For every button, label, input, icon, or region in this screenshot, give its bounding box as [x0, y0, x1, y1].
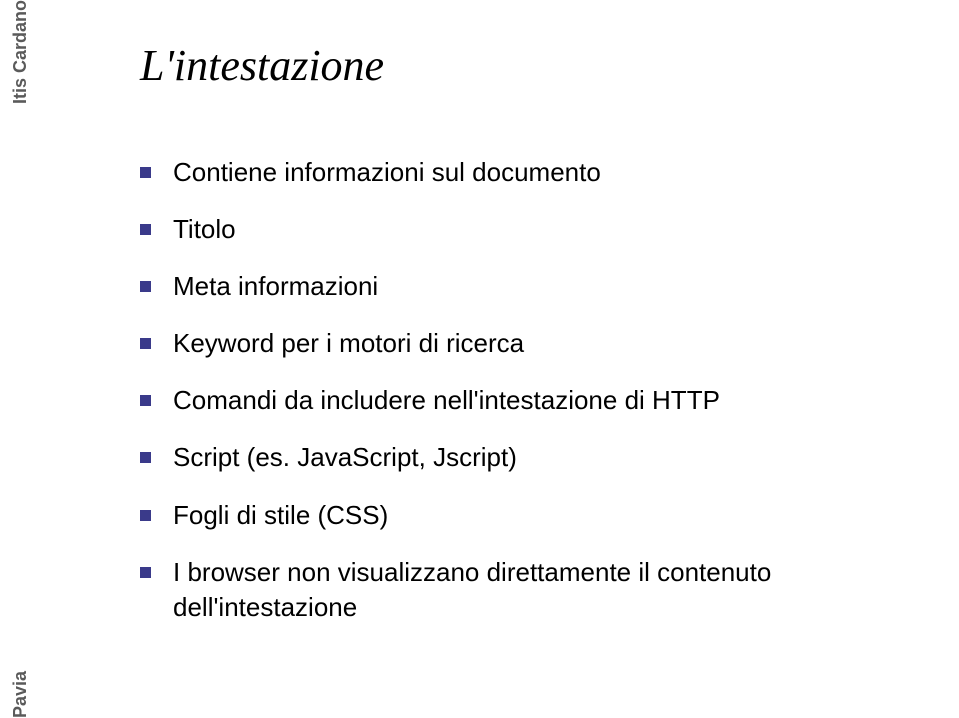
- list-item-text: Comandi da includere nell'intestazione d…: [173, 383, 900, 418]
- list-item-text: Meta informazioni: [173, 269, 900, 304]
- list-item-text: Keyword per i motori di ricerca: [173, 326, 900, 361]
- bullet-icon: [140, 167, 151, 178]
- list-item: Titolo: [140, 212, 900, 247]
- list-item-text: Fogli di stile (CSS): [173, 498, 900, 533]
- list-item: Fogli di stile (CSS): [140, 498, 900, 533]
- list-item: Script (es. JavaScript, Jscript): [140, 440, 900, 475]
- list-item-text: I browser non visualizzano direttamente …: [173, 555, 900, 625]
- bullet-icon: [140, 510, 151, 521]
- list-item: Keyword per i motori di ricerca: [140, 326, 900, 361]
- bullet-icon: [140, 395, 151, 406]
- list-item-text: Script (es. JavaScript, Jscript): [173, 440, 900, 475]
- bullet-icon: [140, 281, 151, 292]
- bullet-icon: [140, 452, 151, 463]
- list-item-text: Titolo: [173, 212, 900, 247]
- bullet-list: Contiene informazioni sul documento Tito…: [140, 155, 900, 647]
- sidebar-label-bottom: Pavia: [10, 667, 31, 718]
- bullet-icon: [140, 224, 151, 235]
- list-item: Meta informazioni: [140, 269, 900, 304]
- list-item: I browser non visualizzano direttamente …: [140, 555, 900, 625]
- bullet-icon: [140, 338, 151, 349]
- list-item: Comandi da includere nell'intestazione d…: [140, 383, 900, 418]
- list-item-text: Contiene informazioni sul documento: [173, 155, 900, 190]
- slide-title: L'intestazione: [140, 40, 384, 91]
- bullet-icon: [140, 567, 151, 578]
- list-item: Contiene informazioni sul documento: [140, 155, 900, 190]
- sidebar-label-top: Itis Cardano: [10, 0, 31, 108]
